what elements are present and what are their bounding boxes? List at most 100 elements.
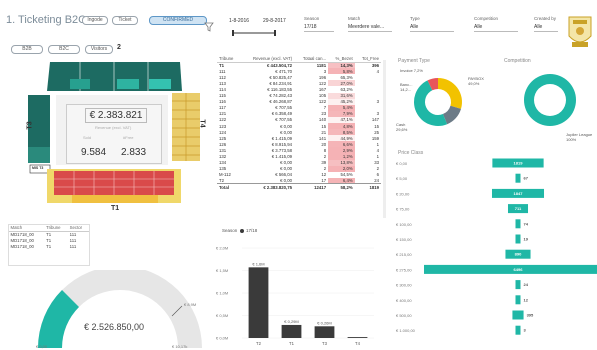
gauge-value: € 2.526.850,00 <box>84 322 145 332</box>
table-cell: MD1718_00 <box>10 243 34 249</box>
bar[interactable] <box>281 324 302 338</box>
funnel-value-label: 24 <box>524 282 529 287</box>
created-by-filter-label: Created by <box>534 16 557 21</box>
funnel-value-label: 12 <box>524 297 529 302</box>
bar[interactable] <box>314 326 335 338</box>
category-label: € 0,00 <box>396 161 408 166</box>
ingode-button[interactable]: Ingode <box>82 16 108 25</box>
match-table-panel[interactable]: Match Tribune Sector MD1718_00 T1 111 MD171… <box>8 224 90 266</box>
category-label: € 5,00 <box>396 176 408 181</box>
funnel-bar[interactable] <box>515 234 521 244</box>
competition-filter-dropdown[interactable]: Alle <box>474 24 518 32</box>
funnel-value-label: 3 <box>524 328 527 333</box>
created-by-filter-dropdown[interactable]: Alle <box>534 24 558 32</box>
category-label: € 150,00 <box>396 237 412 242</box>
stadium-kpi-card: € 2.383.821 Revenue (excl. VAT) Sold 9.5… <box>66 104 162 164</box>
funnel-bar[interactable] <box>515 219 521 229</box>
category-label: € 75,00 <box>396 207 410 212</box>
funnel-bar[interactable] <box>424 264 597 274</box>
bar[interactable] <box>248 267 269 338</box>
stand-t1-label: T1 <box>111 205 120 212</box>
table-total-row: Total € 2.383.820,75 12417 58,2% 1819 <box>217 183 381 191</box>
sold-value: 9.584 <box>81 147 107 158</box>
gauge-target-label: € 8,9M <box>184 302 197 307</box>
visitors-filter-button[interactable]: Visitors <box>85 45 113 54</box>
pie-slice[interactable] <box>524 74 576 126</box>
revenue-table: Tribune Revenue (excl. VAT) Totaal can..… <box>217 56 381 191</box>
slice-label: 14,2... <box>400 87 411 92</box>
season-filter-label: Season <box>304 16 320 21</box>
funnel-value-label: 19 <box>524 237 529 242</box>
funnel-value-label: 6496 <box>514 267 524 272</box>
funnel-value-label: 711 <box>515 206 522 211</box>
match-table: Match Tribune Sector MD1718_00 T1 111 MD171… <box>9 225 89 249</box>
ticket-button[interactable]: Ticket <box>112 16 138 25</box>
confirmed-button[interactable]: CONFIRMED <box>149 16 207 25</box>
funnel-bar[interactable] <box>515 173 521 183</box>
filter-icon[interactable] <box>204 22 218 34</box>
category-label: € 400,00 <box>396 298 412 303</box>
revenue-table-panel[interactable]: Tribune Revenue (excl. VAT) Totaal can..… <box>217 56 385 222</box>
y-tick-label: € 1,0M <box>216 291 228 296</box>
match-filter-label: Match <box>348 16 361 21</box>
stand-t3-label: T3 <box>26 121 34 130</box>
type-filter-dropdown[interactable]: Alle <box>410 24 454 32</box>
table-cell: T1 <box>46 243 52 249</box>
x-tick-label: T1 <box>289 341 295 346</box>
category-label: € 20,00 <box>396 191 410 196</box>
gauge-min-label: € 0,00 <box>36 344 48 349</box>
bar-data-label: € 0,26M <box>317 320 331 325</box>
date-to[interactable]: 29-8-2017 <box>263 18 286 24</box>
date-range-slider[interactable] <box>230 29 278 37</box>
sold-label: Sold <box>83 135 92 140</box>
total-revenue-label: Revenue (excl. VAT) <box>95 125 132 130</box>
club-crest-logo <box>568 16 592 47</box>
slice-label: 29,6% <box>396 127 408 132</box>
bar[interactable] <box>347 337 368 338</box>
funnel-bar[interactable] <box>512 310 524 320</box>
season-legend-value[interactable]: 17/18 <box>246 228 257 233</box>
b2c-filter-button[interactable]: B2C <box>48 45 80 54</box>
funnel-bar[interactable] <box>515 325 521 335</box>
y-tick-label: € 1,5M <box>216 268 228 273</box>
season-legend-label: Season <box>222 228 238 233</box>
category-label: € 500,00 <box>396 313 412 318</box>
x-tick-label: T2 <box>256 341 262 346</box>
revenue-table-scrollbar[interactable] <box>383 60 386 218</box>
revenue-gauge <box>38 270 202 348</box>
stand-t2-marker: 2 <box>117 44 121 51</box>
b2b-filter-button[interactable]: B2B <box>11 45 43 54</box>
slice-label: 49,0% <box>468 81 480 86</box>
gauge-max-label: € 10,17k <box>172 344 188 349</box>
table-total-cell: € 2.383.820,75 <box>240 183 295 191</box>
table-total-cell: 1819 <box>354 183 381 191</box>
slice-label: 100% <box>566 137 577 142</box>
side-tag: MIS T3 <box>32 166 44 170</box>
pie-slice[interactable] <box>438 78 462 109</box>
type-filter-label: Type <box>410 16 420 21</box>
y-tick-label: € 0,0M <box>216 336 228 341</box>
stand-t4-label: T4 <box>198 119 206 128</box>
match-filter-dropdown[interactable]: Meerdere vale... <box>348 24 392 32</box>
funnel-bar[interactable] <box>515 280 521 290</box>
table-total-cell: 58,2% <box>328 183 355 191</box>
funnel-value-label: 74 <box>524 221 529 226</box>
category-label: € 275,00 <box>396 267 412 272</box>
bar-data-label: € 1,6M <box>252 261 264 266</box>
season-bar-chart[interactable]: € 2,0M € 1,5M € 1,0M € 0,5M € 0,0M € 1,6M T2 € … <box>214 234 384 350</box>
y-tick-label: € 0,5M <box>216 313 228 318</box>
season-filter-dropdown[interactable]: 17/18 <box>304 24 334 32</box>
date-from[interactable]: 1-8-2016 <box>229 18 249 24</box>
funnel-value-label: 67 <box>524 176 529 181</box>
slice-label: Invoice 7,2% <box>400 68 423 73</box>
category-label: € 300,00 <box>396 283 412 288</box>
competition-donut[interactable]: Jupiler League100% <box>500 60 597 156</box>
category-label: € 100,00 <box>396 222 412 227</box>
payment-type-donut[interactable]: Cash29,6%Banc...14,2...PAYBOX49,0%Invoic… <box>394 60 504 156</box>
page-title: 1. Ticketing B2C <box>6 14 87 26</box>
x-tick-label: T4 <box>355 341 361 346</box>
funnel-bar[interactable] <box>515 295 521 305</box>
price-class-funnel[interactable]: € 0,00 1819 € 5,00 67 € 20,00 1847 € 75,00 711 €… <box>394 154 597 350</box>
table-row[interactable]: MD1718_00 T1 111 <box>9 243 89 249</box>
funnel-value-label: 1819 <box>514 161 524 166</box>
